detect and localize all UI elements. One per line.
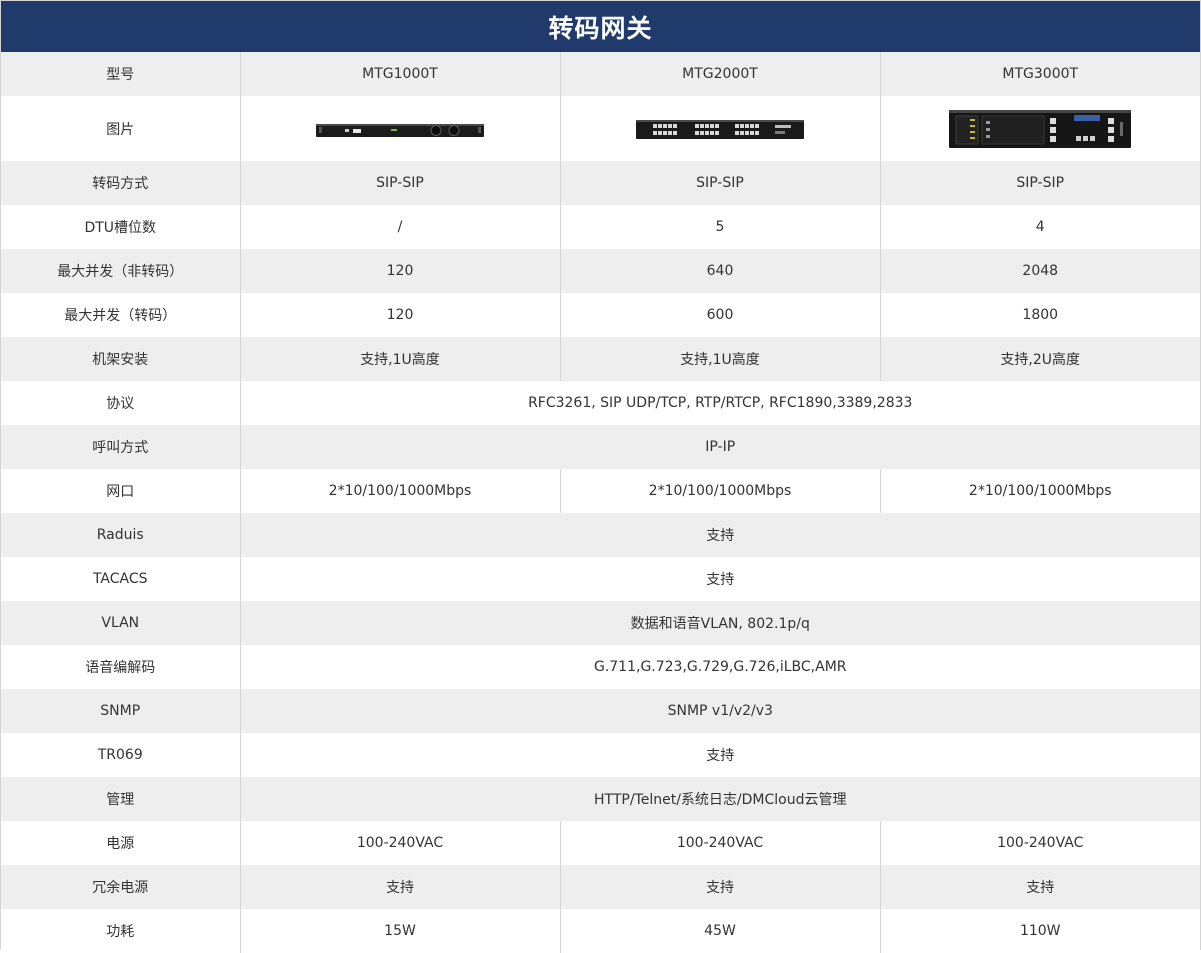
spec-row: 管理 HTTP/Telnet/系统日志/DMCloud云管理 <box>1 777 1200 821</box>
spec-value: 600 <box>559 293 880 337</box>
spec-value: 2048 <box>879 249 1200 293</box>
spec-row: 机架安装 支持,1U高度 支持,1U高度 支持,2U高度 <box>1 337 1200 381</box>
spec-value-merged: IP-IP <box>239 425 1200 469</box>
device-image-cell <box>559 96 880 161</box>
model-name: MTG3000T <box>879 52 1200 96</box>
mtg1000t-device-image <box>316 123 484 137</box>
spec-sheet: 转码网关 型号 MTG1000T MTG2000T MTG3000T 图片 转码… <box>0 0 1201 953</box>
row-label: 最大并发（非转码） <box>1 249 240 293</box>
spec-row: 最大并发（转码） 120 600 1800 <box>1 293 1200 337</box>
spec-value: 120 <box>239 249 560 293</box>
row-label: 型号 <box>1 52 240 96</box>
device-image-cell <box>239 96 560 161</box>
spec-row: 功耗 15W 45W 110W <box>1 909 1200 953</box>
row-label: 语音编解码 <box>1 645 240 689</box>
spec-value-merged: HTTP/Telnet/系统日志/DMCloud云管理 <box>239 777 1200 821</box>
model-name: MTG2000T <box>559 52 880 96</box>
spec-row: 最大并发（非转码） 120 640 2048 <box>1 249 1200 293</box>
spec-value-merged: SNMP v1/v2/v3 <box>239 689 1200 733</box>
row-label: 网口 <box>1 469 240 513</box>
spec-row: Raduis 支持 <box>1 513 1200 557</box>
spec-value: 支持,1U高度 <box>559 337 880 381</box>
spec-value-merged: G.711,G.723,G.729,G.726,iLBC,AMR <box>239 645 1200 689</box>
spec-table: 型号 MTG1000T MTG2000T MTG3000T 图片 转码方式 SI… <box>1 52 1200 953</box>
row-label: 协议 <box>1 381 240 425</box>
spec-value-merged: RFC3261, SIP UDP/TCP, RTP/RTCP, RFC1890,… <box>239 381 1200 425</box>
row-label: 电源 <box>1 821 240 865</box>
row-label: DTU槽位数 <box>1 205 240 249</box>
row-label: 冗余电源 <box>1 865 240 909</box>
row-label: Raduis <box>1 513 240 557</box>
spec-value: 4 <box>879 205 1200 249</box>
row-label: TR069 <box>1 733 240 777</box>
device-image-cell <box>879 96 1200 161</box>
header-row: 型号 MTG1000T MTG2000T MTG3000T <box>1 52 1200 96</box>
spec-value: / <box>239 205 560 249</box>
spec-value-merged: 支持 <box>239 733 1200 777</box>
model-name: MTG1000T <box>239 52 560 96</box>
row-label: VLAN <box>1 601 240 645</box>
spec-value: 5 <box>559 205 880 249</box>
page-title: 转码网关 <box>1 1 1200 52</box>
spec-row: 电源 100-240VAC 100-240VAC 100-240VAC <box>1 821 1200 865</box>
spec-value-merged: 数据和语音VLAN, 802.1p/q <box>239 601 1200 645</box>
spec-value: SIP-SIP <box>879 161 1200 205</box>
spec-value: 15W <box>239 909 560 953</box>
row-label: SNMP <box>1 689 240 733</box>
spec-value-merged: 支持 <box>239 513 1200 557</box>
spec-row: 协议 RFC3261, SIP UDP/TCP, RTP/RTCP, RFC189… <box>1 381 1200 425</box>
spec-value: 100-240VAC <box>239 821 560 865</box>
spec-row: 呼叫方式 IP-IP <box>1 425 1200 469</box>
spec-value: 2*10/100/1000Mbps <box>879 469 1200 513</box>
spec-value: 支持 <box>239 865 560 909</box>
image-row: 图片 <box>1 96 1200 161</box>
spec-value-merged: 支持 <box>239 557 1200 601</box>
spec-value: SIP-SIP <box>559 161 880 205</box>
spec-value: 120 <box>239 293 560 337</box>
spec-value: 45W <box>559 909 880 953</box>
row-label: 功耗 <box>1 909 240 953</box>
spec-row: VLAN 数据和语音VLAN, 802.1p/q <box>1 601 1200 645</box>
row-label: 图片 <box>1 96 240 161</box>
spec-value: 2*10/100/1000Mbps <box>239 469 560 513</box>
spec-value: 2*10/100/1000Mbps <box>559 469 880 513</box>
spec-row: 冗余电源 支持 支持 支持 <box>1 865 1200 909</box>
row-label: 转码方式 <box>1 161 240 205</box>
spec-row: TR069 支持 <box>1 733 1200 777</box>
spec-value: SIP-SIP <box>239 161 560 205</box>
spec-row: 语音编解码 G.711,G.723,G.729,G.726,iLBC,AMR <box>1 645 1200 689</box>
spec-row: DTU槽位数/5 4 <box>1 205 1200 249</box>
spec-value: 1800 <box>879 293 1200 337</box>
spec-value: 100-240VAC <box>879 821 1200 865</box>
row-label: 管理 <box>1 777 240 821</box>
spec-row: 网口 2*10/100/1000Mbps 2*10/100/1000Mbps 2*10… <box>1 469 1200 513</box>
mtg3000t-device-image <box>949 109 1132 148</box>
row-label: 机架安装 <box>1 337 240 381</box>
row-label: 最大并发（转码） <box>1 293 240 337</box>
spec-value: 110W <box>879 909 1200 953</box>
spec-value: 支持 <box>559 865 880 909</box>
spec-value: 支持,2U高度 <box>879 337 1200 381</box>
spec-value: 100-240VAC <box>559 821 880 865</box>
spec-value: 支持 <box>879 865 1200 909</box>
spec-row: TACACS 支持 <box>1 557 1200 601</box>
spec-value: 支持,1U高度 <box>239 337 560 381</box>
spec-row: SNMP SNMP v1/v2/v3 <box>1 689 1200 733</box>
spec-row: 转码方式 SIP-SIP SIP-SIP SIP-SIP <box>1 161 1200 205</box>
row-label: 呼叫方式 <box>1 425 240 469</box>
spec-value: 640 <box>559 249 880 293</box>
row-label: TACACS <box>1 557 240 601</box>
mtg2000t-device-image <box>636 119 804 139</box>
